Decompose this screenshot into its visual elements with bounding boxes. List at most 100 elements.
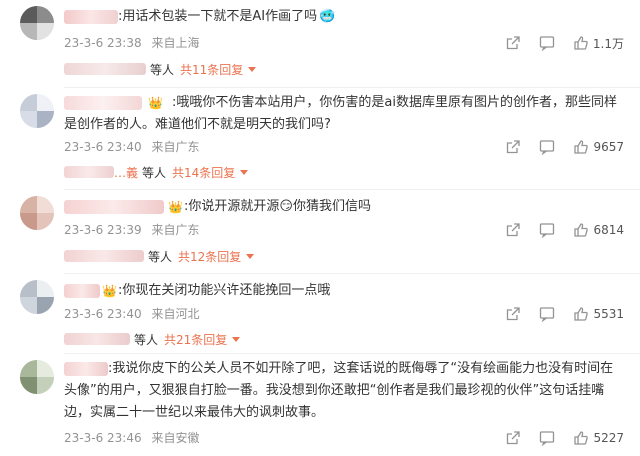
- comment-icon: [540, 431, 555, 446]
- like-button[interactable]: 1.1万: [573, 35, 624, 52]
- comment-location: 来自河北: [151, 307, 200, 321]
- comment-location: 来自安徽: [151, 431, 200, 445]
- chevron-down-icon: [232, 336, 241, 342]
- share-button[interactable]: [505, 306, 521, 322]
- reply-expand-link[interactable]: 共11条回复: [180, 61, 257, 78]
- comment-button[interactable]: [539, 430, 555, 446]
- username-blurred[interactable]: [64, 200, 164, 214]
- comment-meta: 23-3-6 23:40 来自广东: [64, 139, 199, 155]
- comment-icon: [539, 36, 555, 51]
- comment-location: 来自广东: [151, 223, 200, 237]
- reply-name-blurred: [64, 63, 146, 75]
- share-button[interactable]: [505, 430, 521, 446]
- reply-name-blurred: [64, 333, 130, 345]
- avatar[interactable]: [20, 280, 54, 314]
- reply-expand-link[interactable]: 共12条回复: [178, 248, 255, 265]
- comment-text: :你现在关闭功能兴许还能挽回一点哦: [118, 283, 331, 298]
- share-button[interactable]: [505, 139, 521, 155]
- comment-location: 来自上海: [151, 36, 200, 50]
- comment-actions: 5531: [505, 306, 624, 322]
- comment-text-body: :你说开源就开源: [184, 199, 280, 214]
- reply-deng: 等人: [148, 249, 173, 264]
- comment-date: 23-3-6 23:46: [64, 431, 142, 445]
- share-button[interactable]: [505, 35, 521, 51]
- share-icon: [507, 307, 521, 321]
- avatar[interactable]: [20, 196, 54, 230]
- like-button[interactable]: 6814: [573, 222, 624, 238]
- share-icon: [507, 140, 521, 154]
- reply-summary[interactable]: 等人 共11条回复: [64, 60, 257, 78]
- comment-meta: 23-3-6 23:46 来自安徽: [64, 430, 199, 446]
- emoji-icon: 🥶: [319, 9, 336, 24]
- comment-text: :用话术包装一下就不是AI作画了吗 🥶: [118, 6, 620, 28]
- comment-text: :你说开源就开源😏你猜我们信吗: [184, 196, 620, 218]
- like-icon: [574, 431, 589, 445]
- like-button[interactable]: 5227: [573, 430, 624, 446]
- comment-icon: [540, 307, 555, 322]
- comment-item: 👑 :你现在关闭功能兴许还能挽回一点哦 23-3-6 23:40 来自河北 55…: [0, 274, 640, 354]
- like-icon: [574, 307, 589, 321]
- comment-icon: [540, 140, 555, 155]
- comment-text: :我说你皮下的公关人员不如开除了吧，这套话说的既侮辱了“没有绘画能力也没有时间在…: [64, 361, 614, 420]
- like-count: 1.1万: [592, 36, 624, 51]
- reply-expand-link[interactable]: 共21条回复: [164, 331, 241, 348]
- reply-count: 共21条回复: [164, 332, 228, 347]
- like-icon: [574, 36, 588, 50]
- comment-button[interactable]: [539, 222, 555, 238]
- comment-icon: [540, 223, 555, 238]
- chevron-down-icon: [246, 253, 255, 259]
- reply-name: …義: [114, 165, 139, 180]
- crown-icon: 👑: [168, 200, 183, 214]
- like-icon: [574, 223, 589, 237]
- comment-meta: 23-3-6 23:40 来自河北: [64, 306, 199, 322]
- comment-actions: 6814: [505, 222, 624, 238]
- username-blurred[interactable]: [64, 284, 100, 298]
- like-icon: [574, 140, 589, 154]
- reply-summary[interactable]: 等人 共12条回复: [64, 247, 255, 265]
- comment-button[interactable]: [539, 139, 555, 155]
- avatar[interactable]: [20, 94, 54, 128]
- like-count: 5227: [593, 431, 624, 445]
- share-icon: [507, 223, 521, 237]
- comment-item: 👑 :你说开源就开源😏你猜我们信吗 23-3-6 23:39 来自广东 6814…: [0, 190, 640, 274]
- reply-deng: 等人: [150, 62, 175, 77]
- share-button[interactable]: [505, 222, 521, 238]
- crown-icon: 👑: [102, 284, 117, 298]
- like-count: 5531: [593, 307, 624, 321]
- comment-text-tail: 你猜我们信吗: [292, 199, 371, 214]
- comment-actions: 5227: [505, 430, 624, 446]
- comment-text-body: :用话术包装一下就不是AI作画了吗: [118, 9, 318, 24]
- reply-count: 共12条回复: [178, 249, 242, 264]
- like-button[interactable]: 5531: [573, 306, 624, 322]
- chevron-down-icon: [248, 66, 257, 72]
- reply-count: 共11条回复: [180, 62, 244, 77]
- like-count: 9657: [593, 140, 624, 154]
- share-icon: [507, 431, 521, 445]
- share-icon: [506, 36, 520, 50]
- comment-date: 23-3-6 23:38: [64, 36, 142, 50]
- comment-date: 23-3-6 23:40: [64, 307, 142, 321]
- reply-deng: 等人: [142, 165, 167, 180]
- like-button[interactable]: 9657: [573, 139, 624, 155]
- reply-expand-link[interactable]: 共14条回复: [172, 164, 249, 181]
- avatar[interactable]: [20, 6, 54, 40]
- reply-name-blurred: [64, 166, 114, 178]
- comment-actions: 1.1万: [505, 35, 624, 51]
- like-count: 6814: [593, 223, 624, 237]
- comment-item: 👑 :哦哦你不伤害本站用户，你伤害的是ai数据库里原有图片的创作者，那些同样是创…: [0, 88, 640, 190]
- reply-count: 共14条回复: [172, 165, 236, 180]
- reply-deng: 等人: [134, 332, 159, 347]
- reply-name-blurred: [64, 250, 144, 262]
- chevron-down-icon: [240, 169, 249, 175]
- comment-date: 23-3-6 23:39: [64, 223, 142, 237]
- comment-text: :哦哦你不伤害本站用户，你伤害的是ai数据库里原有图片的创作者，那些同样是创作者…: [64, 95, 617, 132]
- comment-meta: 23-3-6 23:38 来自上海: [64, 35, 199, 51]
- comment-item: :用话术包装一下就不是AI作画了吗 🥶 23-3-6 23:38 来自上海 1.1…: [0, 0, 640, 88]
- username-blurred[interactable]: [64, 10, 118, 24]
- comment-button[interactable]: [539, 35, 555, 51]
- comment-item: :我说你皮下的公关人员不如开除了吧，这套话说的既侮辱了“没有绘画能力也没有时间在…: [0, 354, 640, 456]
- reply-summary[interactable]: 等人 共21条回复: [64, 330, 241, 348]
- comment-button[interactable]: [539, 306, 555, 322]
- reply-summary[interactable]: …義 等人 共14条回复: [64, 163, 249, 181]
- avatar[interactable]: [20, 360, 54, 394]
